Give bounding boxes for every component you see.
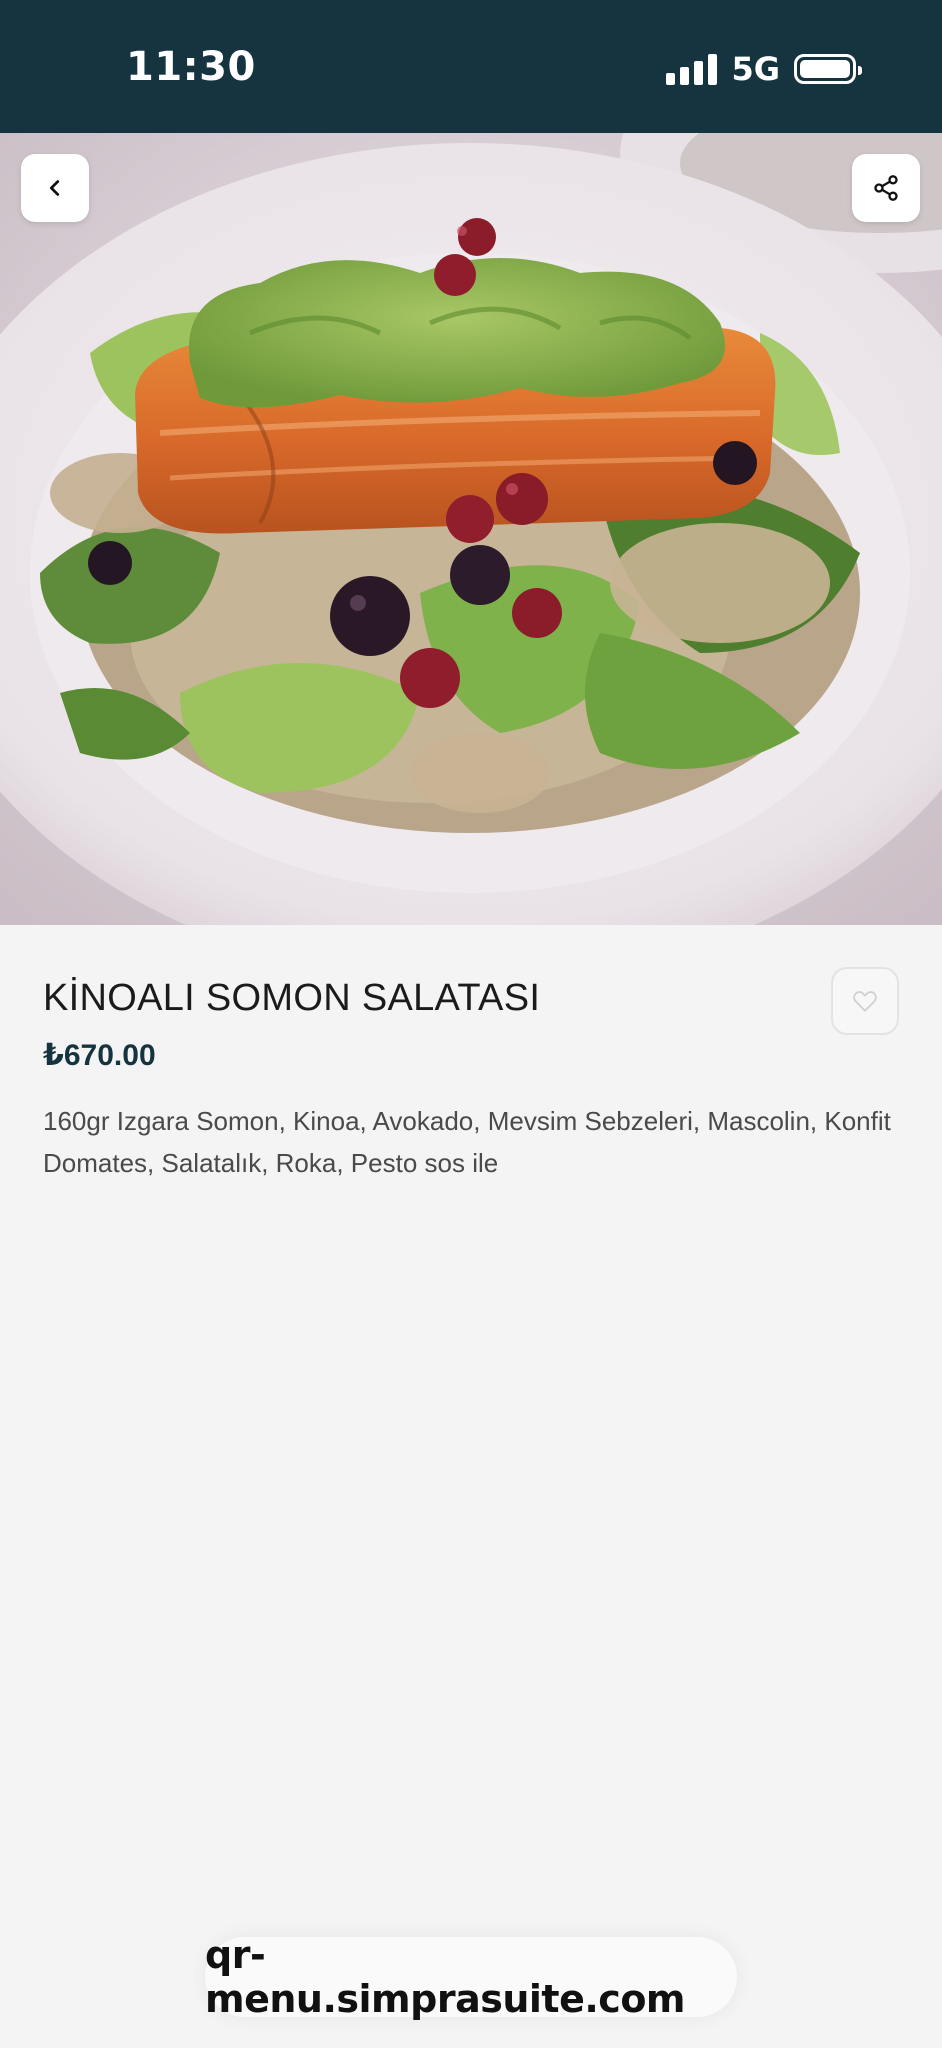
share-icon [874, 175, 898, 201]
share-button[interactable] [852, 154, 920, 222]
back-button[interactable] [21, 154, 89, 222]
product-title: KİNOALI SOMON SALATASI [43, 977, 541, 1019]
status-time: 11:30 [126, 44, 256, 90]
product-price: ₺670.00 [43, 1039, 156, 1072]
chevron-left-icon [49, 180, 60, 196]
browser-url-bar[interactable]: qr-menu.simprasuite.com [205, 1933, 737, 2021]
url-text: qr-menu.simprasuite.com [205, 1933, 686, 2021]
product-description: 160gr Izgara Somon, Kinoa, Avokado, Mevs… [43, 1106, 891, 1178]
page: 11:30 5G KİNOALI SOMON SALATASI ₺670.00 … [0, 0, 942, 2048]
product-image [0, 133, 942, 925]
favorite-button[interactable] [831, 967, 899, 1035]
battery-icon [794, 54, 862, 84]
product-details: KİNOALI SOMON SALATASI ₺670.00 160gr Izg… [0, 925, 942, 2048]
status-indicators: 5G [666, 50, 862, 88]
status-bar: 11:30 5G [0, 0, 942, 133]
signal-icon [666, 53, 718, 85]
heart-icon [853, 991, 877, 1012]
network-label: 5G [731, 50, 780, 88]
